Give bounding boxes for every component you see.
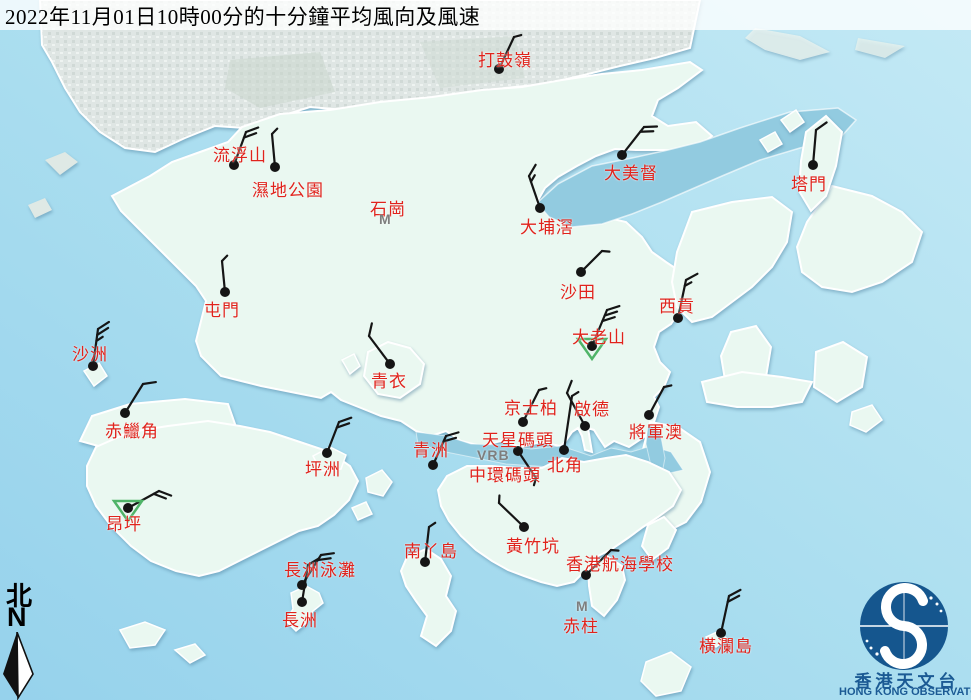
- station-dot: [580, 421, 590, 431]
- station-dot: [581, 570, 591, 580]
- station-dot: [88, 361, 98, 371]
- station-dot: [576, 267, 586, 277]
- station-dot: [716, 628, 726, 638]
- map-title: 2022年11月01日10時00分的十分鐘平均風向及風速: [5, 1, 480, 31]
- logo-name-english: HONG KONG OBSERVATORY: [839, 686, 971, 698]
- station-dot: [587, 341, 597, 351]
- weather-map-page: 打鼓嶺流浮山濕地公園石崗M大美督塔門大埔滘沙田西貢大老山屯門沙洲青衣赤鱲角青洲坪…: [0, 0, 971, 700]
- station-dot: [385, 359, 395, 369]
- station-dot: [494, 64, 504, 74]
- hong-kong-map: [0, 0, 971, 700]
- station-dot: [120, 408, 130, 418]
- station-dot: [220, 287, 230, 297]
- station-dot: [519, 522, 529, 532]
- station-dot: [808, 160, 818, 170]
- station-dot: [513, 446, 523, 456]
- station-dot: [123, 503, 133, 513]
- compass-north-letter: N: [7, 602, 27, 633]
- hko-logo-icon: [843, 578, 971, 674]
- north-arrow-icon: [0, 632, 40, 700]
- station-dot: [535, 203, 545, 213]
- station-dot: [270, 162, 280, 172]
- station-dot: [322, 448, 332, 458]
- station-dot: [617, 150, 627, 160]
- station-dot: [297, 597, 307, 607]
- station-dot: [428, 460, 438, 470]
- title-bar: 2022年11月01日10時00分的十分鐘平均風向及風速: [0, 0, 971, 30]
- station-dot: [229, 160, 239, 170]
- station-dot: [559, 445, 569, 455]
- north-compass: 北 N: [0, 576, 44, 700]
- station-dot: [644, 410, 654, 420]
- hko-logo: 香港天文台 HONG KONG OBSERVATORY: [843, 578, 971, 700]
- station-dot: [420, 557, 430, 567]
- station-dot: [518, 417, 528, 427]
- station-dot: [673, 313, 683, 323]
